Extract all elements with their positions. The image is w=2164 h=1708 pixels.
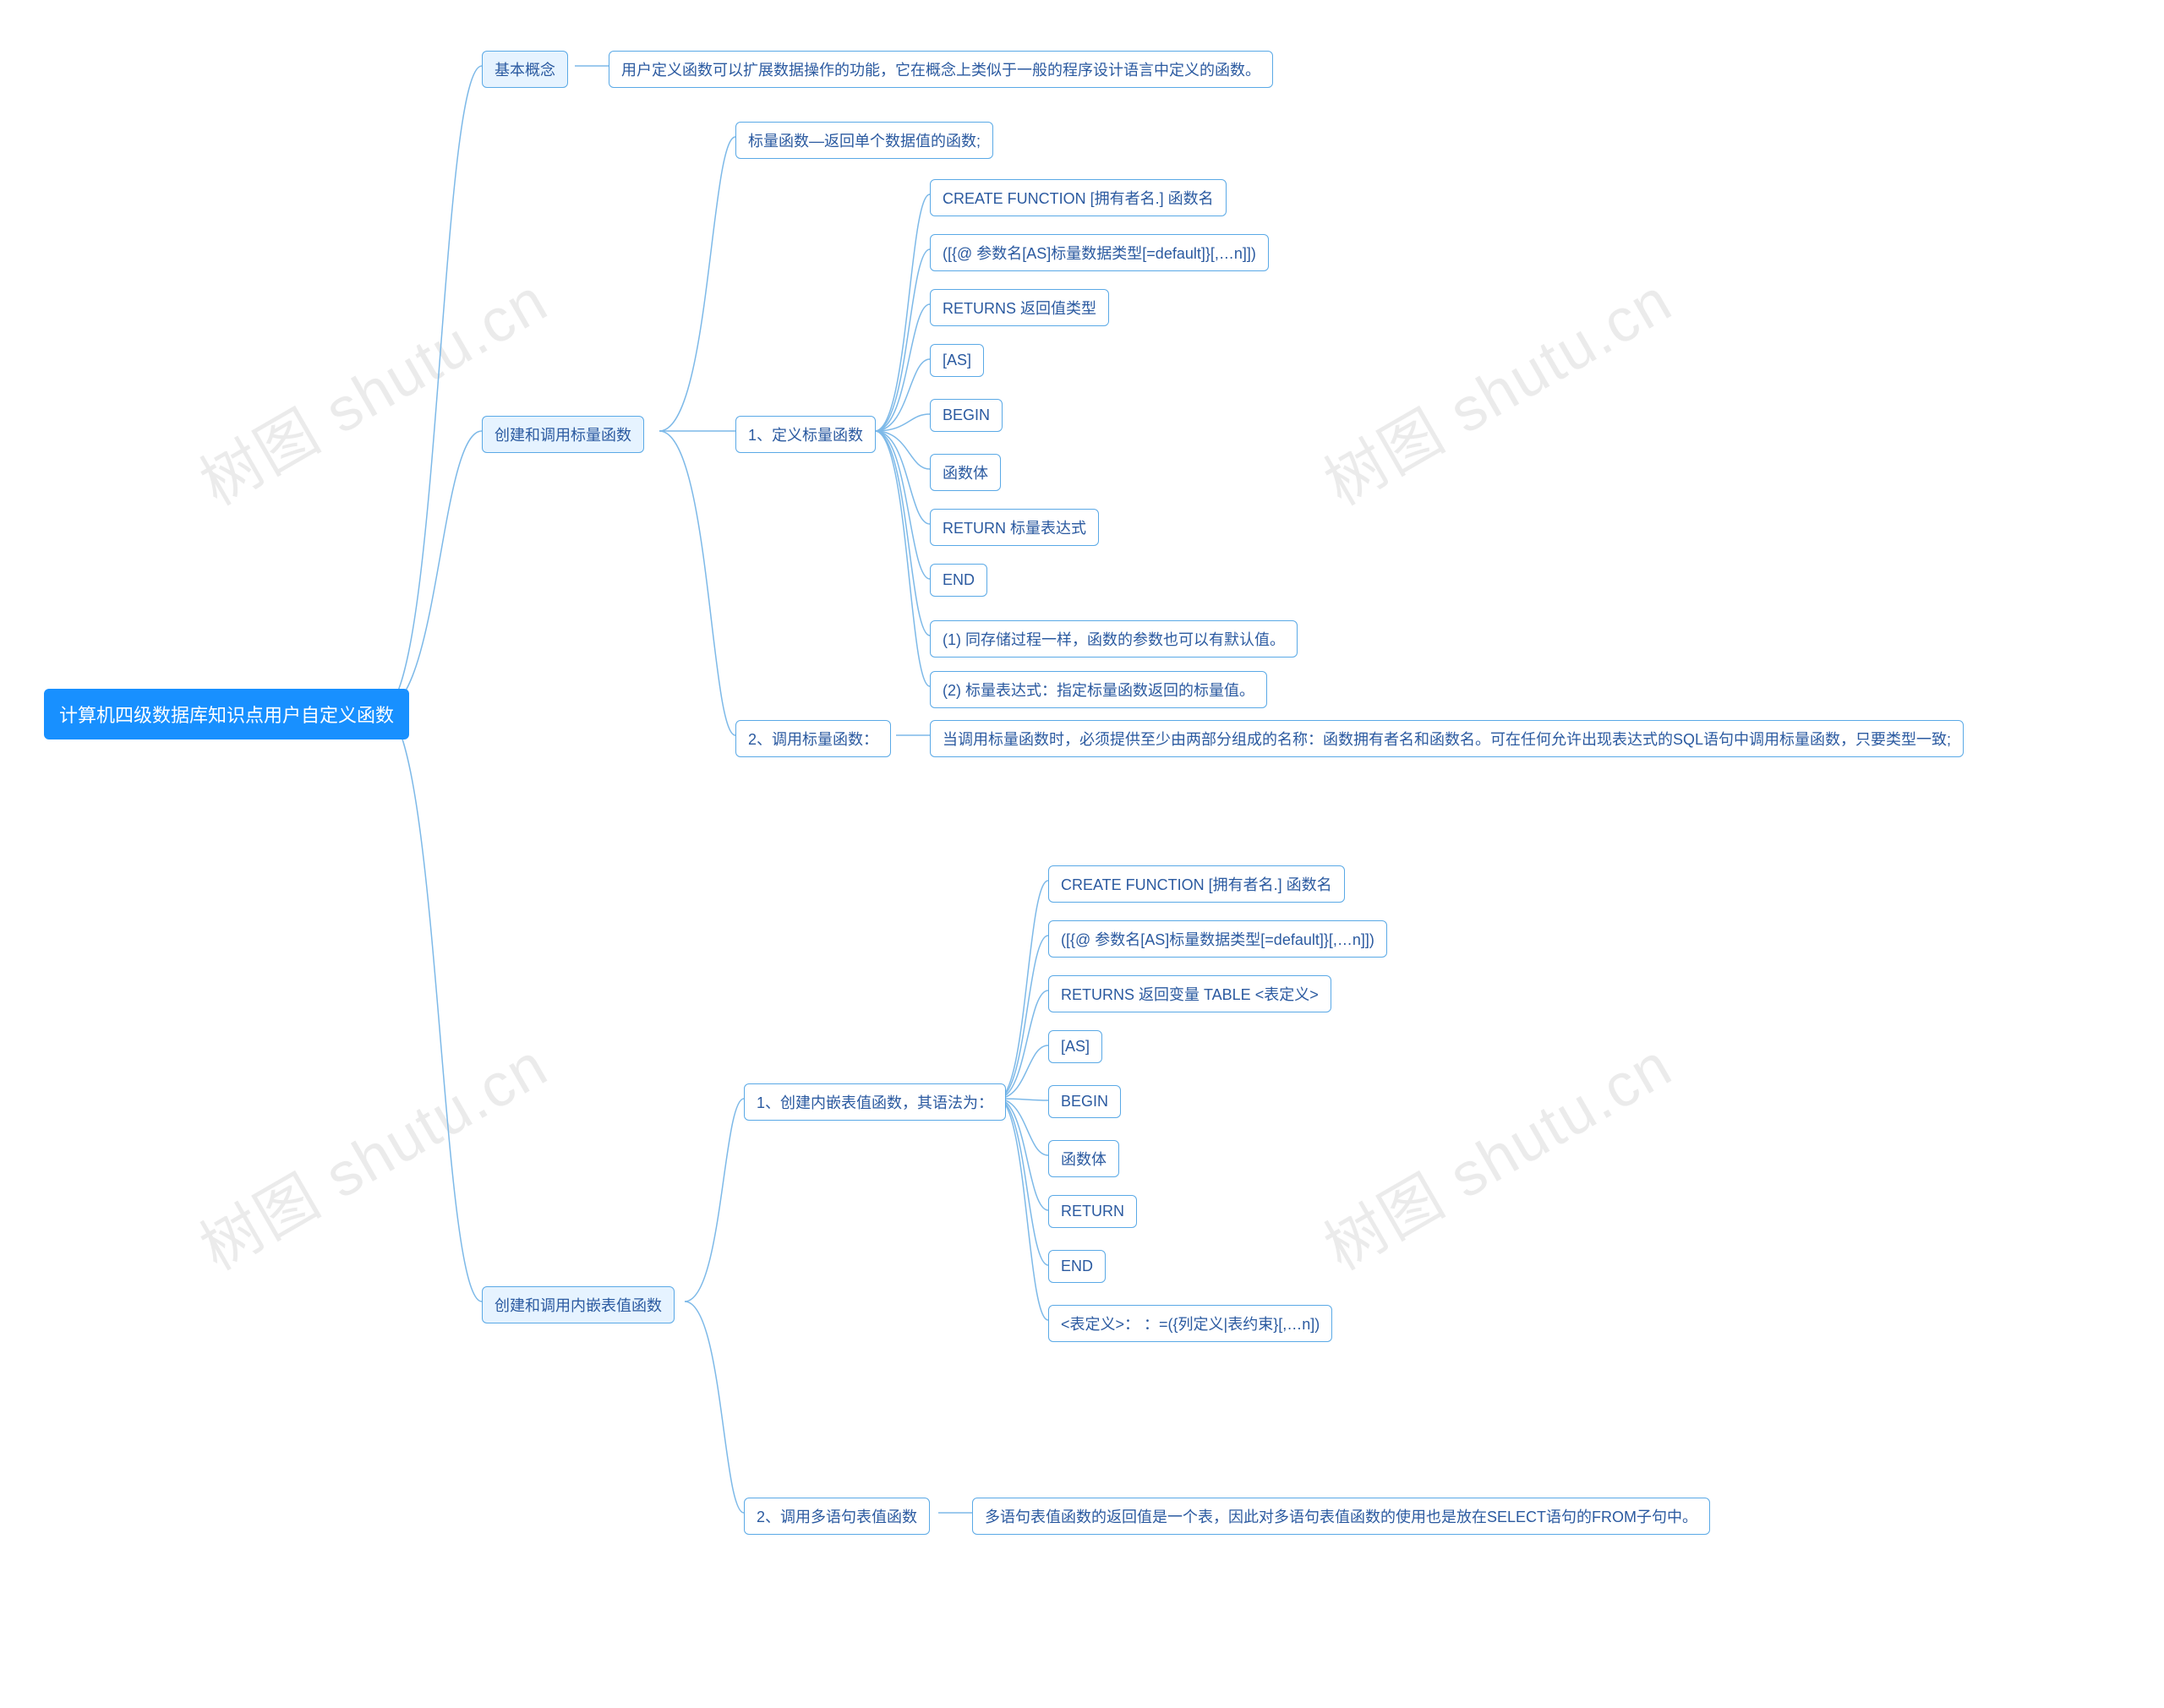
node-create-inline[interactable]: 1、创建内嵌表值函数，其语法为： — [744, 1083, 1006, 1121]
node-scalar-desc[interactable]: 标量函数—返回单个数据值的函数; — [735, 122, 993, 159]
inline-item-2[interactable]: RETURNS 返回变量 TABLE <表定义> — [1048, 975, 1331, 1012]
inline-item-6[interactable]: RETURN — [1048, 1195, 1137, 1228]
scalar-item-6[interactable]: RETURN 标量表达式 — [930, 509, 1099, 546]
scalar-item-3[interactable]: [AS] — [930, 344, 984, 377]
watermark: 树图 shutu.cn — [181, 251, 560, 521]
scalar-item-0[interactable]: CREATE FUNCTION [拥有者名.] 函数名 — [930, 179, 1227, 216]
node-define-scalar[interactable]: 1、定义标量函数 — [735, 416, 876, 453]
scalar-item-7[interactable]: END — [930, 564, 987, 597]
scalar-item-2[interactable]: RETURNS 返回值类型 — [930, 289, 1109, 326]
inline-item-7[interactable]: END — [1048, 1250, 1106, 1283]
node-call-multi-desc[interactable]: 多语句表值函数的返回值是一个表，因此对多语句表值函数的使用也是放在SELECT语… — [972, 1498, 1710, 1535]
scalar-item-4[interactable]: BEGIN — [930, 399, 1003, 432]
node-basic-concept[interactable]: 基本概念 — [482, 51, 568, 88]
node-scalar-func[interactable]: 创建和调用标量函数 — [482, 416, 644, 453]
scalar-item-1[interactable]: ([{@ 参数名[AS]标量数据类型[=default]}[,…n]]) — [930, 234, 1269, 271]
node-call-scalar-desc[interactable]: 当调用标量函数时，必须提供至少由两部分组成的名称：函数拥有者名和函数名。可在任何… — [930, 720, 1964, 757]
inline-item-1[interactable]: ([{@ 参数名[AS]标量数据类型[=default]}[,…n]]) — [1048, 920, 1387, 958]
node-basic-concept-desc[interactable]: 用户定义函数可以扩展数据操作的功能，它在概念上类似于一般的程序设计语言中定义的函… — [609, 51, 1273, 88]
root-node[interactable]: 计算机四级数据库知识点用户自定义函数 — [44, 689, 409, 739]
node-call-multi[interactable]: 2、调用多语句表值函数 — [744, 1498, 930, 1535]
node-call-scalar[interactable]: 2、调用标量函数： — [735, 720, 891, 757]
inline-item-4[interactable]: BEGIN — [1048, 1085, 1121, 1118]
scalar-item-5[interactable]: 函数体 — [930, 454, 1001, 491]
scalar-item-9[interactable]: (2) 标量表达式：指定标量函数返回的标量值。 — [930, 671, 1267, 708]
watermark: 树图 shutu.cn — [1305, 251, 1685, 521]
node-inline-table-func[interactable]: 创建和调用内嵌表值函数 — [482, 1286, 675, 1323]
scalar-item-8[interactable]: (1) 同存储过程一样，函数的参数也可以有默认值。 — [930, 620, 1298, 658]
watermark: 树图 shutu.cn — [181, 1016, 560, 1286]
watermark: 树图 shutu.cn — [1305, 1016, 1685, 1286]
inline-item-3[interactable]: [AS] — [1048, 1030, 1102, 1063]
inline-item-8[interactable]: <表定义>： ：=({列定义|表约束}[,…n]) — [1048, 1305, 1332, 1342]
inline-item-5[interactable]: 函数体 — [1048, 1140, 1119, 1177]
inline-item-0[interactable]: CREATE FUNCTION [拥有者名.] 函数名 — [1048, 865, 1345, 903]
